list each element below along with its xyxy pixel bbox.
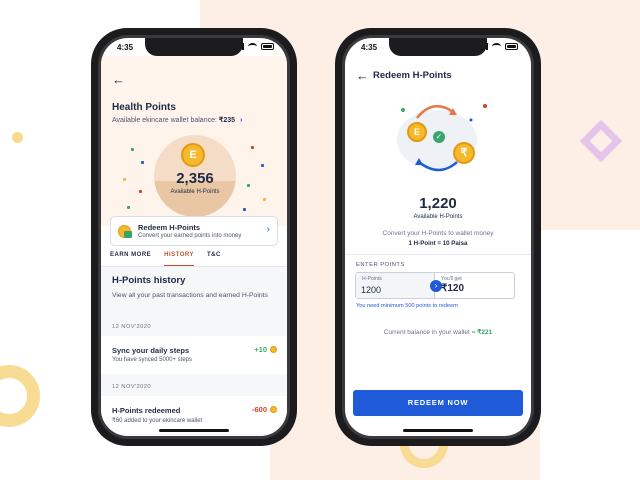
history-item-amount: -600 [251,405,267,414]
tab-earn-more[interactable]: EARN MORE [110,252,151,266]
confetti [123,178,126,181]
wallet-balance-amount: ₹221 [477,329,493,336]
health-points-screen: 4:35 ← Health Points Available ekincare … [101,38,287,436]
confetti [139,190,142,193]
check-icon: ✓ [433,131,445,143]
enter-points-label: ENTER POINTS [356,262,405,268]
points-tabs: EARN MORE HISTORY T&C [110,252,278,266]
history-description: View all your past transactions and earn… [112,292,268,299]
battery-icon [261,43,274,50]
history-item-subtitle: You have synced 5000+ steps [112,357,193,363]
history-item-amount: +10 [254,345,267,354]
wallet-balance[interactable]: Available ekincare wallet balance: ₹235 … [112,116,242,124]
home-indicator [403,429,473,432]
history-item[interactable]: Sync your daily steps You have synced 50… [101,336,287,374]
chevron-right-icon: › [239,117,243,124]
backdrop-white-right [540,230,640,480]
confetti [247,184,250,187]
redeem-now-button[interactable]: REDEEM NOW [353,390,523,416]
tab-terms[interactable]: T&C [207,252,221,266]
redeem-hpoints-card[interactable]: Redeem H-Points Convert your earned poin… [110,216,278,246]
confetti [141,161,144,164]
decor-dot [12,132,23,143]
status-time: 4:35 [117,43,134,52]
history-item-title: H-Points redeemed [112,406,181,415]
available-points-value: 2,356 [176,170,214,187]
confetti [243,208,246,211]
youll-get-field: You'll get ₹120 [435,273,514,298]
page-title: Health Points [112,102,176,113]
coin-glyph: E [413,127,420,137]
youll-get-caption: You'll get [441,276,462,282]
wallet-balance-label: Current balance in your wallet = [383,329,478,336]
confetti [127,206,130,209]
available-points-label: Available H-Points [170,189,220,195]
history-item-subtitle: ₹60 added to your ekincare wallet [112,418,203,424]
chevron-right-icon: › [266,224,270,235]
available-points-value: 1,220 [419,195,457,212]
redeem-card-title: Redeem H-Points [138,223,201,232]
coin-icon [270,346,277,353]
exchange-arrows-icon [401,104,487,172]
convert-description: Convert your H-Points to wallet money [382,230,494,237]
phone-redeem: 4:35 ← Redeem H-Points E ✓ ₹ 1,220 Avail… [335,28,541,446]
redeem-card-subtitle: Convert your earned points into money [138,233,242,239]
minimum-points-note: You need minimum 500 points to redeem [356,303,458,309]
back-arrow-icon[interactable]: ← [112,72,125,87]
wallet-balance-amount: ₹235 [218,117,236,124]
coin-glyph: E [189,149,197,161]
section-divider [345,254,531,255]
tab-history[interactable]: HISTORY [164,252,195,266]
notch [145,38,243,56]
rupee-coin-icon: ₹ [453,142,475,164]
notch [389,38,487,56]
chevron-right-icon: › [430,280,442,292]
history-title: H-Points history [112,275,186,286]
rupee-glyph: ₹ [460,147,468,159]
redeem-screen: 4:35 ← Redeem H-Points E ✓ ₹ 1,220 Avail… [345,38,531,436]
youll-get-value: ₹120 [441,283,465,294]
history-item-title: Sync your daily steps [112,346,190,355]
conversion-rate: 1 H-Point = 10 Paisa [408,240,468,247]
decor-ring [0,365,40,427]
coin-icon: E [181,143,205,167]
wallet-balance-label: Available ekincare wallet balance: [112,117,219,124]
coin-icon [270,406,277,413]
wifi-icon [248,43,257,50]
history-date: 12 NOV'2020 [112,384,152,390]
hpoints-field: H-Points [356,273,435,298]
confetti [131,148,134,151]
phone-health-points: 4:35 ← Health Points Available ekincare … [91,28,297,446]
confetti [261,164,264,167]
available-points-label: Available H-Points [413,214,463,220]
confetti [251,146,254,149]
points-converter: H-Points You'll get ₹120 › [355,272,515,299]
hpoints-caption: H-Points [362,276,382,282]
coin-icon: E [407,122,427,142]
wallet-balance: Current balance in your wallet = ₹221 [345,328,531,336]
home-indicator [159,429,229,432]
confetti [263,198,266,201]
history-date: 12 NOV'2020 [112,324,152,330]
hpoints-input[interactable] [361,283,423,296]
wallet-icon [124,231,132,238]
